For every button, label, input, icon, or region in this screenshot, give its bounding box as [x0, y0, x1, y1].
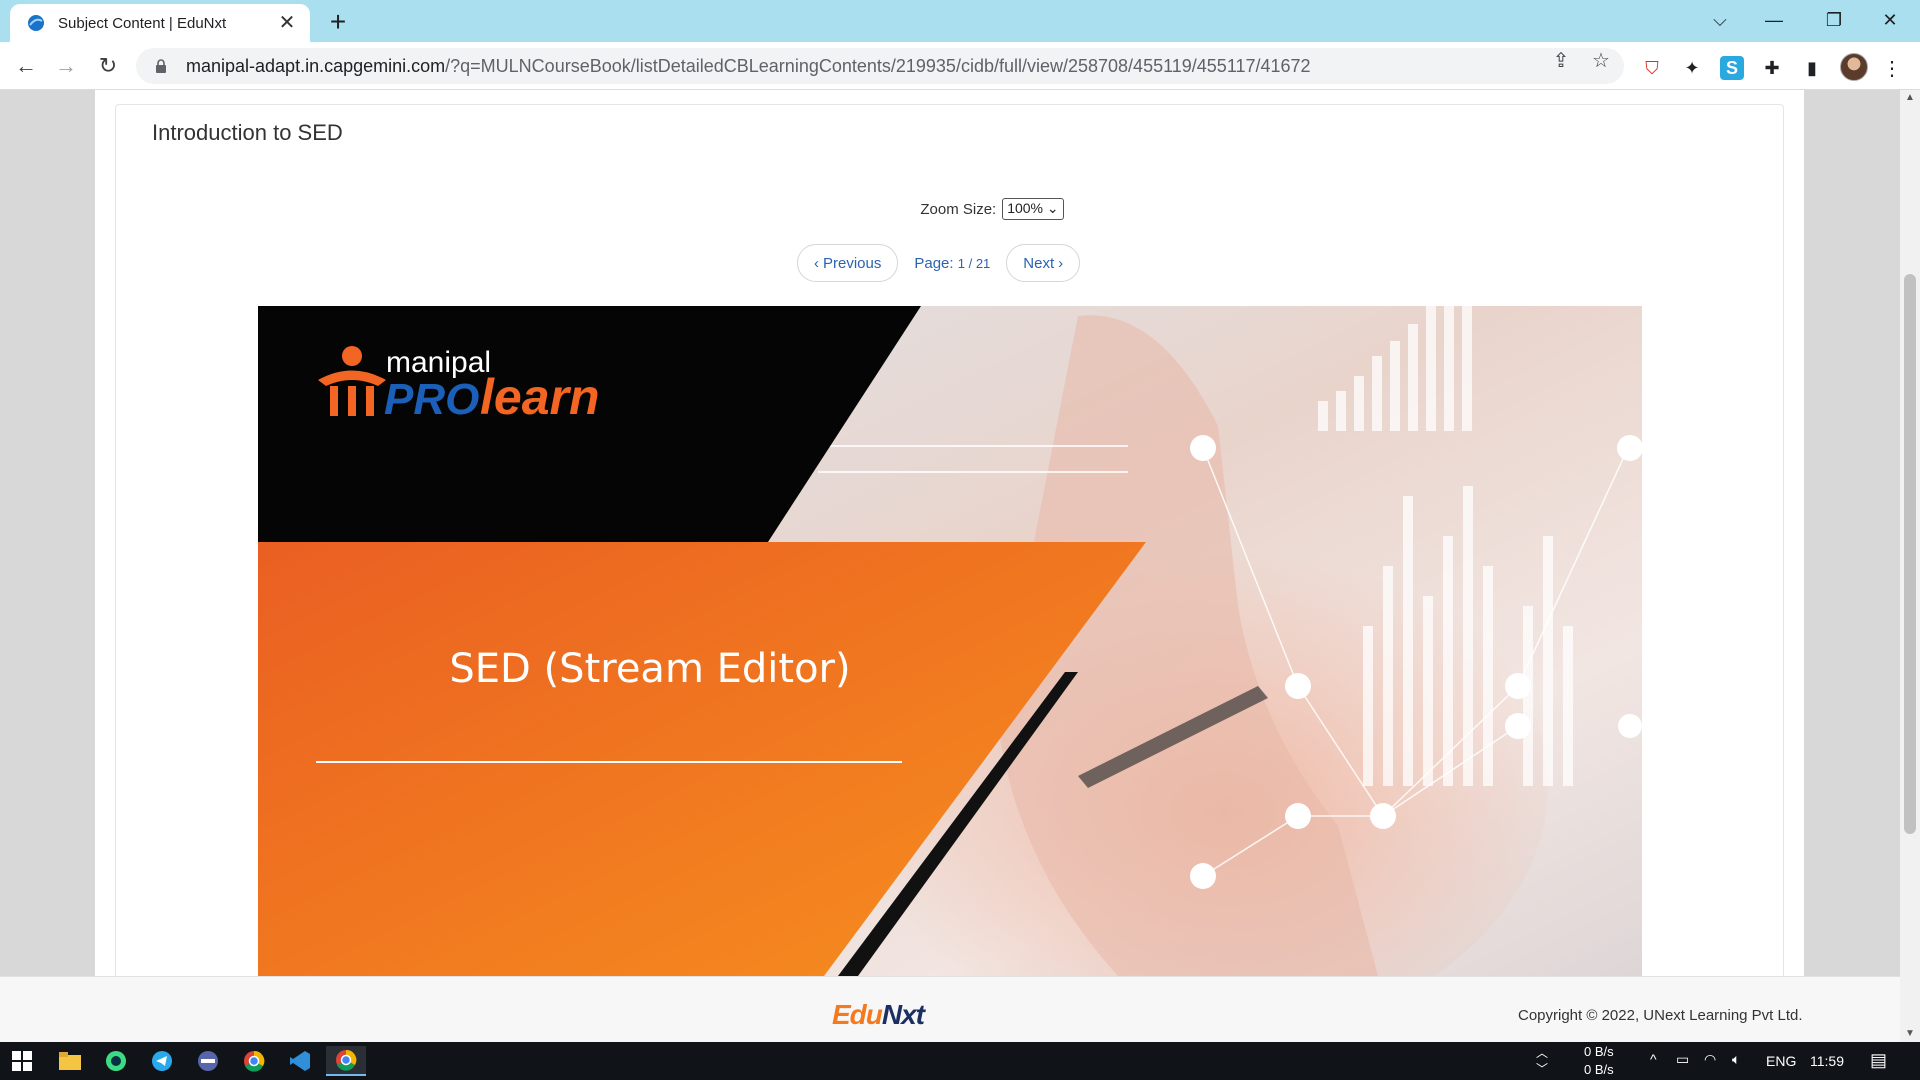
net-download-speed: 0 B/s: [1584, 1062, 1614, 1077]
chrome-icon[interactable]: [234, 1046, 274, 1076]
tab-close-icon[interactable]: ✕: [276, 12, 298, 34]
chrome-active-icon[interactable]: [326, 1046, 366, 1076]
share-icon[interactable]: ⇪: [1550, 50, 1572, 72]
net-upload-speed: 0 B/s: [1584, 1044, 1614, 1059]
vscode-icon[interactable]: [280, 1046, 320, 1076]
page-scrollbar[interactable]: ▲ ▼: [1900, 90, 1920, 1042]
back-arrow-icon[interactable]: ←: [10, 50, 42, 82]
tab-strip: Subject Content | EduNxt ✕ + ⌵ — ❐ ✕: [0, 0, 1920, 42]
edunxt-favicon-icon: [28, 15, 44, 31]
page-title: Introduction to SED: [152, 120, 343, 145]
scroll-down-arrow-icon[interactable]: ▼: [1900, 1026, 1920, 1042]
telegram-icon[interactable]: [142, 1046, 182, 1076]
clock[interactable]: 11:59: [1810, 1053, 1844, 1069]
slide-heading: SED (Stream Editor): [449, 646, 850, 692]
next-page-button[interactable]: Next ›: [1006, 244, 1081, 282]
reload-icon[interactable]: ↻: [92, 50, 124, 82]
more-menu-icon[interactable]: ⋮: [1880, 56, 1904, 80]
volume-icon[interactable]: 🔈︎: [1732, 1051, 1740, 1068]
edunxt-logo[interactable]: EduNxt: [832, 999, 925, 1031]
windows-start-icon[interactable]: [2, 1046, 42, 1076]
lock-icon: [156, 59, 166, 73]
browser-toolbar: ← → ↻ manipal-adapt.in.capgemini.com/?q=…: [0, 42, 1920, 90]
windows-taskbar: ︿ ﹀ 0 B/s 0 B/s ^ ▭ ◠ 🔈︎ ENG 11:59 ▤: [0, 1042, 1920, 1080]
scroll-thumb[interactable]: [1904, 274, 1916, 834]
slide-image: manipal PRO learn SED (Stream Editor): [258, 306, 1642, 976]
tray-chevron-up-icon[interactable]: ︿: [1536, 1044, 1548, 1061]
scroll-up-arrow-icon[interactable]: ▲: [1900, 90, 1920, 106]
brand-pro-text: PRO: [384, 375, 479, 424]
zoom-control: Zoom Size: 100% ⌄: [0, 198, 1920, 220]
wifi-icon[interactable]: ◠: [1704, 1051, 1716, 1068]
minimize-button[interactable]: —: [1750, 4, 1798, 36]
app-icon[interactable]: [188, 1046, 228, 1076]
close-window-button[interactable]: ✕: [1866, 4, 1914, 36]
profile-avatar[interactable]: [1840, 53, 1868, 81]
restore-button[interactable]: ❐: [1810, 4, 1858, 36]
chevron-right-icon: ›: [1058, 254, 1064, 272]
puzzle-extensions-icon[interactable]: ✚: [1760, 56, 1784, 80]
s-extension-icon[interactable]: S: [1720, 56, 1744, 80]
logo-figure-icon: [342, 346, 362, 366]
tray-chevron-down-icon[interactable]: ﹀: [1536, 1060, 1548, 1077]
site-footer: EduNxt Copyright © 2022, UNext Learning …: [0, 976, 1900, 1042]
file-explorer-icon[interactable]: [50, 1046, 90, 1076]
pocket-extension-icon[interactable]: ⛉: [1640, 56, 1664, 80]
tab-title: Subject Content | EduNxt: [58, 14, 227, 32]
new-tab-button[interactable]: +: [322, 7, 354, 39]
slide-viewer: manipal PRO learn SED (Stream Editor): [258, 306, 1642, 976]
notifications-icon[interactable]: ▤: [1870, 1050, 1887, 1071]
chevron-down-icon: ⌄: [1046, 200, 1059, 216]
show-hidden-icons-icon[interactable]: ^: [1650, 1051, 1657, 1067]
copyright-text: Copyright © 2022, UNext Learning Pvt Ltd…: [1518, 1007, 1803, 1024]
brand-learn-text: learn: [480, 369, 600, 425]
language-indicator[interactable]: ENG: [1766, 1053, 1796, 1069]
android-studio-icon[interactable]: [96, 1046, 136, 1076]
side-panel-icon[interactable]: ▮: [1800, 56, 1824, 80]
url-host: manipal-adapt.in.capgemini.com: [186, 55, 446, 76]
previous-page-button[interactable]: ‹ Previous: [797, 244, 899, 282]
zoom-label: Zoom Size:: [920, 200, 997, 218]
address-bar[interactable]: manipal-adapt.in.capgemini.com/?q=MULNCo…: [136, 48, 1624, 84]
pagination: ‹ Previous Page: 1 / 21 Next ›: [797, 244, 1081, 282]
forward-arrow-icon[interactable]: →: [50, 50, 82, 82]
url-path: /?q=MULNCourseBook/listDetailedCBLearnin…: [445, 55, 1311, 76]
bookmark-star-icon[interactable]: ☆: [1590, 50, 1612, 72]
extension-icon[interactable]: ✦: [1680, 56, 1704, 80]
tab-search-chevron-icon[interactable]: ⌵: [1696, 4, 1744, 36]
zoom-select[interactable]: 100% ⌄: [1002, 198, 1064, 220]
battery-icon[interactable]: ▭: [1676, 1051, 1689, 1068]
page-indicator: Page: 1 / 21: [914, 254, 991, 272]
chevron-left-icon: ‹: [814, 254, 819, 272]
browser-tab-active[interactable]: Subject Content | EduNxt ✕: [10, 4, 310, 42]
